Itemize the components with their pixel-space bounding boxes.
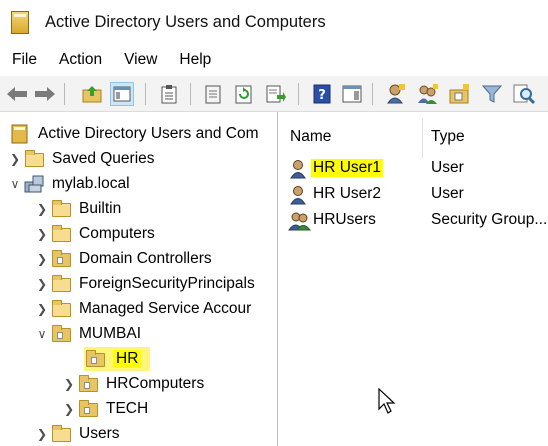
list-item-name: HR User2 <box>313 185 382 202</box>
list-item[interactable]: HR User2 User <box>280 182 548 207</box>
back-arrow-icon[interactable] <box>5 82 29 106</box>
tree-item-tech[interactable]: ❯ TECH <box>60 396 148 421</box>
mouse-cursor-icon <box>378 387 398 421</box>
folder-icon <box>24 149 46 168</box>
new-group-icon[interactable] <box>416 82 440 106</box>
chevron-right-icon[interactable]: ❯ <box>33 227 51 241</box>
show-hide-console-tree-icon[interactable] <box>110 82 134 106</box>
list-item[interactable]: HRUsers Security Group... <box>280 208 548 233</box>
ou-folder-icon <box>78 399 100 418</box>
list-item-name: HRUsers <box>313 211 376 228</box>
refresh-icon[interactable] <box>232 82 256 106</box>
svg-text:?: ? <box>318 88 326 103</box>
new-user-icon[interactable] <box>384 82 408 106</box>
tree-item-users[interactable]: ❯ Users <box>33 421 119 446</box>
folder-icon <box>51 224 73 243</box>
tree-item-domain[interactable]: ∨ mylab.local <box>6 171 130 196</box>
aduc-book-icon <box>10 124 32 143</box>
list-item[interactable]: HR User1 User <box>280 156 548 181</box>
chevron-right-icon[interactable]: ❯ <box>33 302 51 316</box>
list-item-name: HR User1 <box>311 159 384 177</box>
user-icon <box>288 159 310 179</box>
chevron-right-icon[interactable]: ❯ <box>33 252 51 266</box>
clipboard-icon[interactable] <box>157 82 181 106</box>
ou-folder-icon <box>78 374 100 393</box>
column-header-type[interactable]: Type <box>431 128 465 146</box>
action-pane-icon[interactable] <box>340 82 364 106</box>
tree-item-hrcomputers[interactable]: ❯ HRComputers <box>60 371 204 396</box>
console-tree[interactable]: Active Directory Users and Com ❯ Saved Q… <box>0 112 278 446</box>
up-folder-icon[interactable] <box>80 82 104 106</box>
tree-item-builtin[interactable]: ❯ Builtin <box>33 196 121 221</box>
column-header-name[interactable]: Name <box>290 128 331 146</box>
tree-item-saved-queries[interactable]: ❯ Saved Queries <box>6 146 155 171</box>
tree-item-root[interactable]: Active Directory Users and Com <box>10 121 259 146</box>
folder-icon <box>51 199 73 218</box>
chevron-right-icon[interactable]: ❯ <box>6 152 24 166</box>
chevron-right-icon[interactable]: ❯ <box>60 402 78 416</box>
help-icon[interactable]: ? <box>310 82 334 106</box>
list-header: Name Type <box>280 112 548 158</box>
tree-item-foreign-security-principals[interactable]: ❯ ForeignSecurityPrincipals <box>33 271 255 296</box>
toolbar: ? <box>0 76 548 112</box>
chevron-down-icon[interactable]: ∨ <box>6 177 24 191</box>
chevron-right-icon[interactable]: ❯ <box>33 277 51 291</box>
ou-folder-icon <box>85 349 107 368</box>
chevron-right-icon[interactable]: ❯ <box>60 377 78 391</box>
tree-item-mumbai[interactable]: ∨ MUMBAI <box>33 321 141 346</box>
new-ou-icon[interactable] <box>448 82 472 106</box>
properties-icon[interactable] <box>201 82 225 106</box>
find-icon[interactable] <box>512 82 536 106</box>
chevron-right-icon[interactable]: ❯ <box>33 427 51 441</box>
folder-icon <box>51 274 73 293</box>
menu-view[interactable]: View <box>116 51 165 69</box>
tree-item-domain-controllers[interactable]: ❯ Domain Controllers <box>33 246 212 271</box>
folder-icon <box>51 299 73 318</box>
tree-item-hr[interactable]: HR <box>85 346 142 371</box>
chevron-down-icon[interactable]: ∨ <box>33 327 51 341</box>
column-divider[interactable] <box>422 118 423 158</box>
window-title: Active Directory Users and Computers <box>45 12 326 31</box>
aduc-book-icon <box>9 9 31 35</box>
menu-help[interactable]: Help <box>171 51 219 69</box>
user-icon <box>288 185 310 205</box>
group-icon <box>288 211 312 231</box>
list-item-type: Security Group... <box>431 211 548 228</box>
list-item-type: User <box>431 159 464 176</box>
list-item-type: User <box>431 185 464 202</box>
forward-arrow-icon[interactable] <box>33 82 57 106</box>
title-bar: Active Directory Users and Computers <box>0 0 548 44</box>
folder-icon <box>51 424 73 443</box>
menu-action[interactable]: Action <box>51 51 110 69</box>
domain-icon <box>24 175 46 193</box>
ou-folder-icon <box>51 249 73 268</box>
menu-file[interactable]: File <box>4 51 45 69</box>
menu-bar: File Action View Help <box>0 44 548 76</box>
filter-icon[interactable] <box>480 82 504 106</box>
tree-item-managed-service-accounts[interactable]: ❯ Managed Service Accour <box>33 296 251 321</box>
chevron-right-icon[interactable]: ❯ <box>33 202 51 216</box>
ou-folder-icon <box>51 324 73 343</box>
tree-item-computers[interactable]: ❯ Computers <box>33 221 155 246</box>
export-list-icon[interactable] <box>264 82 288 106</box>
